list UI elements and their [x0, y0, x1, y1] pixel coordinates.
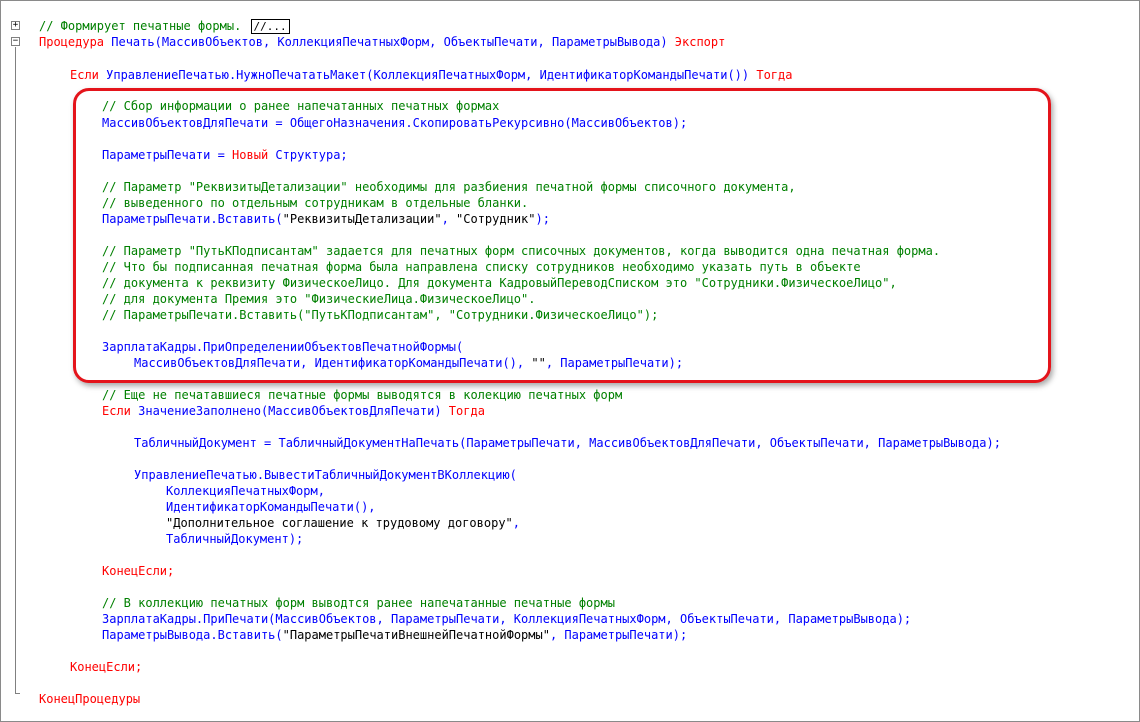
comment-line: // документа к реквизиту ФизическоеЛицо.…	[102, 276, 897, 290]
code-line: МассивОбъектовДляПечати, ИдентификаторКо…	[134, 355, 683, 371]
fold-end-marker	[15, 693, 20, 694]
string-literal: "Дополнительное соглашение к трудовому д…	[166, 516, 513, 530]
code-line: ЗарплатаКадры.ПриОпределенииОбъектовПеча…	[102, 340, 464, 354]
code-line: ЗарплатаКадры.ПриПечати(МассивОбъектов, …	[102, 612, 912, 626]
comment: // Формирует печатные формы.	[39, 19, 242, 33]
string-literal: "ПараметрыПечатиВнешнейПечатнойФормы"	[282, 628, 550, 642]
code-line: ПараметрыПечати = Новый Структура;	[102, 147, 348, 163]
keyword: Экспорт	[674, 35, 726, 49]
code-line: ПараметрыПечати.Вставить("РеквизитыДетал…	[102, 211, 550, 227]
string-literal: ""	[531, 356, 546, 370]
condition: УправлениеПечатью.НужноПечататьМакет(Кол…	[98, 68, 757, 82]
code-line: Если УправлениеПечатью.НужноПечататьМаке…	[70, 67, 792, 83]
code-text: ПараметрыПечати.Вставить(	[102, 212, 283, 226]
comment-line: // выведенного по отдельным сотрудникам …	[102, 196, 529, 210]
fold-gutter: + −	[1, 1, 31, 721]
code-text: , ПараметрыПечати);	[549, 628, 688, 642]
code-line: МассивОбъектовДляПечати = ОбщегоНазначен…	[102, 116, 688, 130]
code-line: ТабличныйДокумент);	[166, 532, 304, 546]
code-line: Процедура Печать(МассивОбъектов, Коллекц…	[39, 34, 725, 50]
keyword: Процедура	[39, 35, 105, 49]
code-text: ,	[441, 212, 457, 226]
code-line: ПараметрыВывода.Вставить("ПараметрыПечат…	[102, 627, 687, 643]
string-literal: "РеквизитыДетализации"	[282, 212, 442, 226]
fold-collapse-icon[interactable]: −	[11, 37, 20, 46]
keyword: Если	[70, 68, 99, 82]
keyword-line: КонецЕсли;	[102, 564, 175, 578]
comment-line: // ПараметрыПечати.Вставить("ПутьКПодпис…	[102, 308, 659, 322]
code-text: МассивОбъектовДляПечати, ИдентификаторКо…	[134, 356, 532, 370]
code-editor[interactable]: + − // Формирует печатные формы. //... П…	[0, 0, 1140, 722]
condition: ЗначениеЗаполнено(МассивОбъектовДляПечат…	[130, 404, 449, 418]
code-text: , ПараметрыПечати);	[545, 356, 684, 370]
comment-line: // Параметр "ПутьКПодписантам" задается …	[102, 244, 941, 258]
code-line: ИдентификаторКомандыПечати(),	[166, 500, 376, 514]
procedure-signature: Печать(МассивОбъектов, КоллекцияПечатных…	[104, 35, 675, 49]
code-line: Если ЗначениеЗаполнено(МассивОбъектовДля…	[102, 403, 485, 419]
fold-line	[15, 47, 16, 693]
code-line: // Формирует печатные формы. //...	[39, 18, 290, 34]
comment-line: // Сбор информации о ранее напечатанных …	[102, 99, 500, 113]
code-line: ТабличныйДокумент = ТабличныйДокументНаП…	[134, 436, 1001, 450]
fold-expand-icon[interactable]: +	[11, 21, 20, 30]
comment-line: // В коллекцию печатных форм выводтся ра…	[102, 596, 615, 610]
comment-line: // Параметр "РеквизитыДетализации" необх…	[102, 180, 796, 194]
comment-line: // Еще не печатавшиеся печатные формы вы…	[102, 388, 623, 402]
code-text: ,	[512, 516, 521, 530]
keyword: Тогда	[756, 68, 793, 82]
code-line: КоллекцияПечатныхФорм,	[166, 484, 325, 498]
comment-line: // Что бы подписанная печатная форма был…	[102, 260, 861, 274]
code-line: "Дополнительное соглашение к трудовому д…	[166, 515, 520, 531]
keyword: Тогда	[448, 404, 485, 418]
collapsed-region-marker[interactable]: //...	[250, 19, 290, 34]
keyword-line: КонецЕсли;	[70, 660, 143, 674]
code-text: );	[535, 212, 550, 226]
keyword-line: КонецПроцедуры	[39, 692, 141, 706]
keyword: Если	[102, 404, 131, 418]
code-text: ПараметрыВывода.Вставить(	[102, 628, 283, 642]
code-text: ПараметрыПечати =	[102, 148, 233, 162]
string-literal: "Сотрудник"	[456, 212, 536, 226]
keyword: Новый	[232, 148, 269, 162]
comment-line: // для документа Премия это "ФизическиеЛ…	[102, 292, 536, 306]
code-text: Структура;	[268, 148, 348, 162]
code-line: УправлениеПечатью.ВывестиТабличныйДокуме…	[134, 468, 517, 482]
